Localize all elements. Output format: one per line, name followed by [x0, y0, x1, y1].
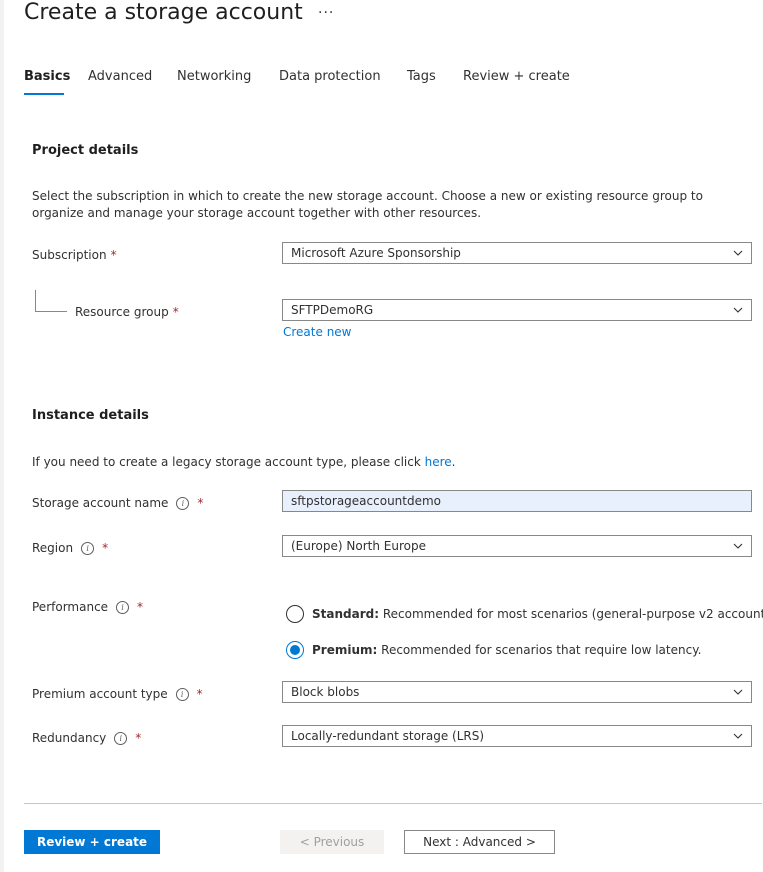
info-icon[interactable]: i — [81, 542, 95, 555]
legacy-account-text-body: If you need to create a legacy storage a… — [32, 455, 421, 469]
info-icon[interactable]: i — [175, 688, 189, 701]
tree-connector-horizontal — [35, 311, 67, 312]
standard-desc: Recommended for most scenarios (general-… — [382, 607, 763, 621]
required-marker: * — [196, 687, 203, 701]
premium-account-type-label: Premium account type i * — [32, 687, 203, 701]
left-border — [0, 0, 4, 872]
tab-networking[interactable]: Networking — [177, 69, 251, 84]
resource-group-dropdown[interactable]: SFTPDemoRG — [282, 299, 752, 321]
project-details-description: Select the subscription in which to crea… — [32, 189, 703, 220]
region-label-text: Region — [32, 541, 74, 555]
tab-tags[interactable]: Tags — [407, 69, 436, 84]
redundancy-dropdown[interactable]: Locally-redundant storage (LRS) — [282, 725, 752, 747]
create-new-resource-group-link[interactable]: Create new — [283, 325, 352, 339]
required-marker: * — [102, 541, 109, 555]
redundancy-value: Locally-redundant storage (LRS) — [291, 729, 485, 743]
performance-label-text: Performance — [32, 600, 109, 614]
legacy-account-text: If you need to create a legacy storage a… — [32, 454, 456, 471]
performance-standard-radio[interactable] — [286, 605, 304, 623]
required-marker: * — [172, 305, 179, 319]
instance-details-heading: Instance details — [32, 408, 149, 423]
storage-name-label-text: Storage account name — [32, 496, 169, 510]
subscription-value: Microsoft Azure Sponsorship — [291, 246, 461, 260]
tab-review-create[interactable]: Review + create — [463, 69, 570, 84]
region-value: (Europe) North Europe — [291, 539, 426, 553]
tab-basics[interactable]: Basics — [24, 69, 70, 84]
standard-title: Standard: — [312, 607, 380, 621]
project-details-heading: Project details — [32, 143, 139, 158]
resource-group-label-text: Resource group — [75, 305, 169, 319]
chevron-down-icon — [733, 689, 743, 695]
info-icon[interactable]: i — [176, 497, 190, 510]
page-title: Create a storage account — [24, 0, 303, 25]
subscription-dropdown[interactable]: Microsoft Azure Sponsorship — [282, 242, 752, 264]
premium-desc: Recommended for scenarios that require l… — [381, 643, 702, 657]
performance-premium-radio[interactable] — [286, 641, 304, 659]
chevron-down-icon — [733, 250, 743, 256]
region-label: Region i * — [32, 541, 108, 555]
premium-account-type-dropdown[interactable]: Block blobs — [282, 681, 752, 703]
chevron-down-icon — [733, 543, 743, 549]
tree-connector-vertical — [35, 290, 36, 312]
redundancy-label: Redundancy i * — [32, 731, 141, 745]
resource-group-label: Resource group * — [75, 305, 179, 319]
subscription-label: Subscription * — [32, 248, 117, 262]
region-dropdown[interactable]: (Europe) North Europe — [282, 535, 752, 557]
tab-advanced[interactable]: Advanced — [88, 69, 152, 84]
tab-data-protection[interactable]: Data protection — [279, 69, 381, 84]
storage-name-label: Storage account name i * — [32, 496, 203, 510]
more-actions-icon[interactable]: ··· — [318, 5, 334, 21]
premium-account-type-label-text: Premium account type — [32, 687, 168, 701]
active-tab-indicator — [24, 93, 64, 95]
premium-account-type-value: Block blobs — [291, 685, 360, 699]
required-marker: * — [137, 600, 144, 614]
premium-title: Premium: — [312, 643, 378, 657]
info-icon[interactable]: i — [116, 601, 130, 614]
required-marker: * — [135, 731, 142, 745]
legacy-suffix: . — [451, 455, 456, 469]
performance-standard-text: Standard: Recommended for most scenarios… — [312, 607, 763, 621]
previous-button[interactable]: < Previous — [280, 830, 384, 854]
redundancy-label-text: Redundancy — [32, 731, 107, 745]
review-create-button[interactable]: Review + create — [24, 830, 160, 854]
legacy-here-link[interactable]: here — [425, 455, 452, 469]
chevron-down-icon — [733, 307, 743, 313]
required-marker: * — [110, 248, 117, 262]
footer-divider — [24, 803, 762, 804]
subscription-label-text: Subscription — [32, 248, 107, 262]
required-marker: * — [197, 496, 204, 510]
storage-account-name-input[interactable]: sftpstorageaccountdemo — [282, 490, 752, 512]
info-icon[interactable]: i — [114, 732, 128, 745]
chevron-down-icon — [733, 733, 743, 739]
performance-premium-text: Premium: Recommended for scenarios that … — [312, 643, 701, 657]
resource-group-value: SFTPDemoRG — [291, 303, 374, 317]
performance-label: Performance i * — [32, 600, 143, 614]
next-advanced-button[interactable]: Next : Advanced > — [404, 830, 555, 854]
